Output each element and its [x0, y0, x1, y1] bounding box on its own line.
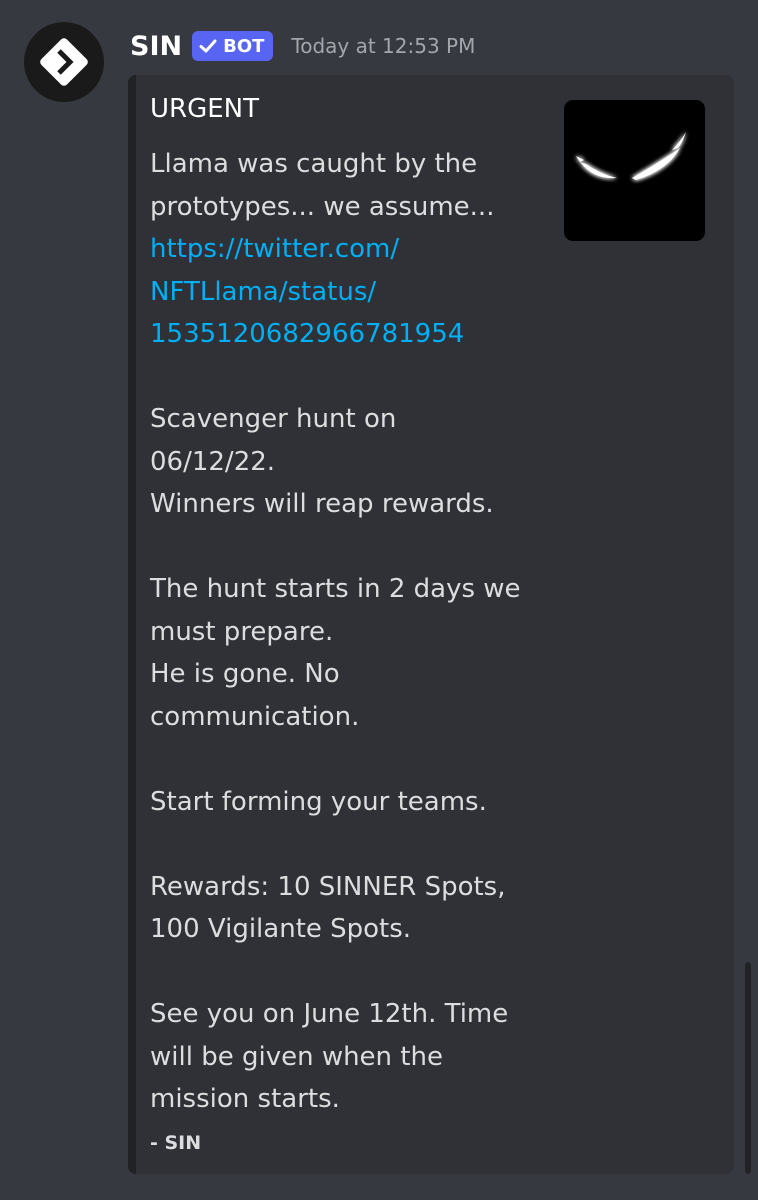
body-line: communication.	[150, 701, 360, 732]
bot-tag: BOT	[192, 31, 274, 61]
body-line: must prepare.	[150, 616, 334, 647]
message-header: SIN BOT Today at 12:53 PM	[130, 26, 475, 66]
checkmark-icon	[198, 36, 218, 56]
embed-thumbnail[interactable]	[564, 100, 705, 241]
body-line: See you on June 12th. Time	[150, 999, 509, 1029]
embed-description: Llama was caught by the prototypes... we…	[150, 143, 560, 1121]
body-line: Rewards: 10 SINNER Spots,	[150, 871, 506, 902]
diamond-logo-icon	[40, 38, 88, 86]
body-line: Start forming your teams.	[150, 786, 487, 817]
body-line: mission starts.	[150, 1084, 340, 1114]
scrollbar[interactable]	[745, 962, 751, 1174]
body-line: 100 Vigilante Spots.	[150, 914, 412, 944]
embed-title: URGENT	[150, 94, 260, 124]
body-line: Scavenger hunt on	[150, 404, 397, 434]
embed-color-bar	[128, 75, 136, 1174]
embed-footer: - SIN	[150, 1132, 202, 1154]
message-timestamp[interactable]: Today at 12:53 PM	[291, 34, 475, 58]
body-line: prototypes... we assume...	[150, 191, 495, 222]
body-line: Winners will reap rewards.	[150, 489, 494, 519]
body-line: The hunt starts in 2 days we	[150, 574, 521, 604]
body-line: will be given when the	[150, 1041, 443, 1072]
message-embed: URGENT Llama was caught by the prototype…	[128, 75, 734, 1174]
bot-tag-label: BOT	[223, 35, 265, 57]
discord-message-view: SIN BOT Today at 12:53 PM URGENT Llama w…	[0, 0, 758, 1200]
body-line: Llama was caught by the	[150, 149, 478, 179]
author-name[interactable]: SIN	[130, 31, 182, 62]
author-avatar[interactable]	[24, 22, 104, 102]
body-line: 06/12/22.	[150, 446, 276, 477]
body-line: He is gone. No	[150, 659, 340, 689]
tweet-link[interactable]: NFTLlama/status/	[150, 271, 560, 314]
tweet-link[interactable]: https://twitter.com/	[150, 228, 560, 271]
tweet-link[interactable]: 1535120682966781954	[150, 313, 560, 356]
glowing-eyes-image	[576, 132, 686, 180]
